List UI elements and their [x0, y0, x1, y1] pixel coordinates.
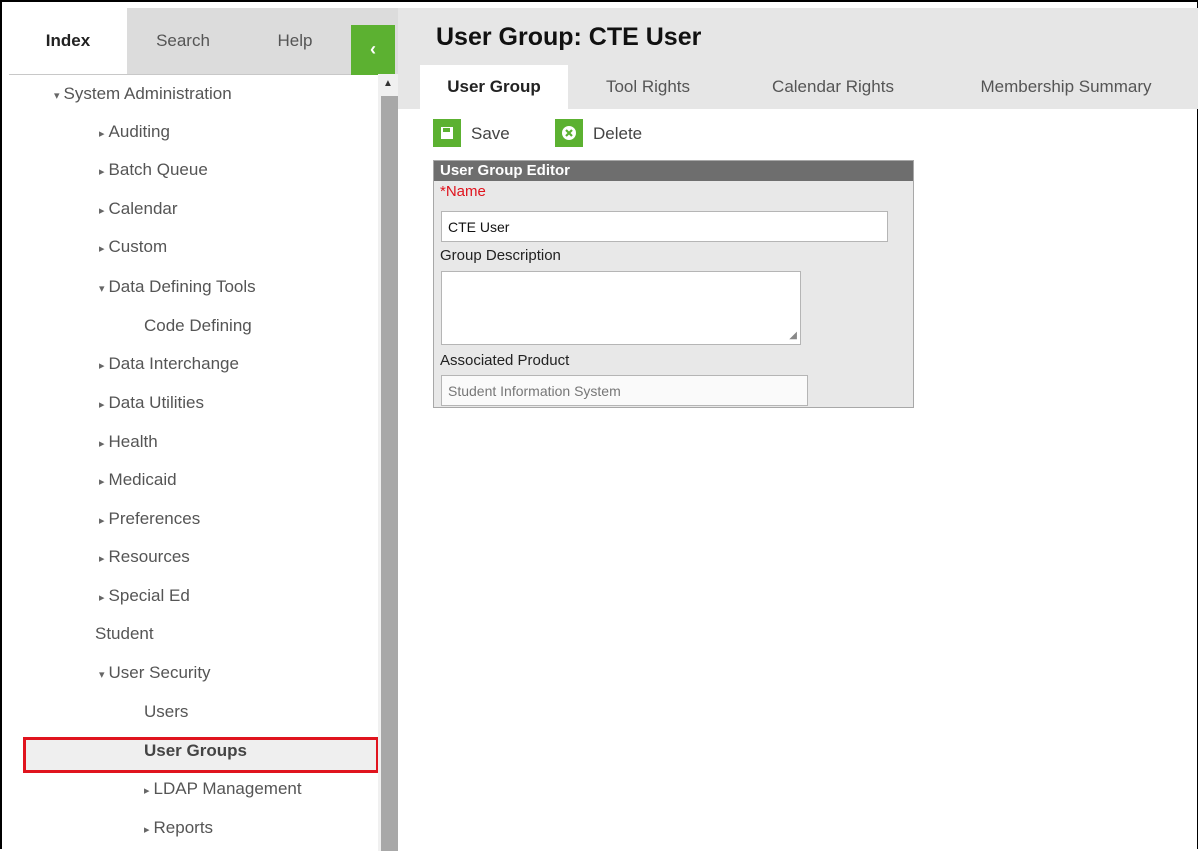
tree-item-data-utilities[interactable]: ▸ Data Utilities — [99, 388, 204, 418]
tab-user-group[interactable]: User Group — [420, 65, 568, 109]
chevron-left-icon: ‹ — [370, 39, 376, 59]
tab-calendar-rights[interactable]: Calendar Rights — [738, 65, 928, 109]
expanded-triangle-icon: ▾ — [99, 283, 105, 295]
collapsed-triangle-icon: ▸ — [144, 824, 150, 836]
save-label: Save — [471, 124, 510, 143]
expanded-triangle-icon: ▾ — [99, 669, 105, 681]
navigation-tree: ▾ System Administration ▸ Auditing ▸ Batch … — [9, 74, 378, 851]
save-button[interactable]: Save — [433, 116, 510, 152]
tree-item-label: Medicaid — [108, 470, 177, 489]
collapsed-triangle-icon: ▸ — [99, 476, 105, 488]
resize-handle-icon[interactable]: ◢ — [789, 331, 797, 341]
scrollbar-thumb[interactable] — [381, 96, 398, 851]
tree-item-label: LDAP Management — [153, 779, 302, 798]
tab-help[interactable]: Help — [239, 8, 351, 74]
expanded-triangle-icon: ▾ — [54, 90, 60, 102]
tree-item-custom[interactable]: ▸ Custom — [99, 232, 167, 262]
tab-tool-rights[interactable]: Tool Rights — [568, 65, 728, 109]
tab-index[interactable]: Index — [9, 8, 127, 74]
collapsed-triangle-icon: ▸ — [99, 553, 105, 565]
editor-header: User Group Editor — [434, 161, 913, 181]
tree-item-label: Calendar — [108, 199, 178, 218]
tree-item-label: Data Defining Tools — [108, 277, 256, 296]
tree-item-label: Code Defining — [144, 316, 252, 335]
tree-item-preferences[interactable]: ▸ Preferences — [99, 504, 200, 534]
tree-item-data-interchange[interactable]: ▸ Data Interchange — [99, 349, 239, 379]
tree-item-resources[interactable]: ▸ Resources — [99, 542, 190, 572]
tab-search[interactable]: Search — [127, 8, 239, 74]
tree-item-label: Auditing — [108, 122, 170, 141]
collapsed-triangle-icon: ▸ — [99, 515, 105, 527]
tree-item-label: Users — [144, 702, 189, 721]
tree-item-calendar[interactable]: ▸ Calendar — [99, 194, 178, 224]
tree-item-user-security[interactable]: ▾ User Security — [99, 658, 211, 688]
collapsed-triangle-icon: ▸ — [99, 205, 105, 217]
delete-label: Delete — [593, 124, 643, 143]
tree-item-label: Data Interchange — [108, 354, 239, 373]
tree-item-label: Batch Queue — [108, 160, 208, 179]
collapsed-triangle-icon: ▸ — [99, 399, 105, 411]
group-description-field[interactable]: ◢ — [441, 271, 801, 345]
collapsed-triangle-icon: ▸ — [99, 592, 105, 604]
tree-item-label: Health — [108, 432, 158, 451]
tree-item-label: Data Utilities — [108, 393, 204, 412]
save-icon — [433, 118, 461, 147]
tree-item-label: System Administration — [63, 84, 232, 103]
left-tabs: Index Search Help — [9, 8, 398, 75]
delete-icon — [555, 118, 583, 147]
tree-item-label: Student — [95, 624, 154, 643]
collapsed-triangle-icon: ▸ — [99, 438, 105, 450]
tree-item-label: Reports — [153, 818, 214, 837]
group-description-label: Group Description — [440, 247, 561, 264]
page-title: User Group: CTE User — [436, 23, 702, 51]
tree-item-label: Special Ed — [108, 586, 190, 605]
tree-item-users[interactable]: Users — [144, 697, 188, 727]
associated-product-field[interactable] — [441, 375, 808, 406]
collapsed-triangle-icon: ▸ — [144, 785, 150, 797]
tree-item-ldap-management[interactable]: ▸ LDAP Management — [144, 774, 302, 804]
name-label: *Name — [440, 183, 486, 200]
left-panel: Index Search Help ‹ ▾ System Administrati… — [9, 8, 398, 851]
sub-tabs: User Group Tool Rights Calendar Rights M… — [398, 65, 1198, 109]
tree-item-data-defining-tools[interactable]: ▾ Data Defining Tools — [99, 272, 256, 302]
tree-item-label: User Groups — [144, 741, 247, 760]
tree-item-batch-queue[interactable]: ▸ Batch Queue — [99, 155, 208, 185]
tree-item-label: Preferences — [108, 509, 201, 528]
tree-item-medicaid[interactable]: ▸ Medicaid — [99, 465, 177, 495]
tree-item-label: Resources — [108, 547, 190, 566]
tree-item-special-ed[interactable]: ▸ Special Ed — [99, 581, 190, 611]
tree-item-user-groups[interactable]: User Groups — [144, 736, 247, 766]
collapsed-triangle-icon: ▸ — [99, 243, 105, 255]
tree-scrollbar[interactable]: ▲ — [378, 74, 398, 851]
tree-item-label: User Security — [108, 663, 211, 682]
tree-item-auditing[interactable]: ▸ Auditing — [99, 117, 170, 147]
collapsed-triangle-icon: ▸ — [99, 360, 105, 372]
main-content: User Group: CTE User User Group Tool Rig… — [398, 8, 1198, 851]
tree-item-label: Custom — [108, 237, 168, 256]
scroll-up-arrow-icon[interactable]: ▲ — [378, 74, 398, 94]
tree-item-code-defining[interactable]: Code Defining — [144, 311, 252, 341]
tree-item-reports[interactable]: ▸ Reports — [144, 813, 213, 843]
title-bar: User Group: CTE User — [398, 8, 1198, 65]
collapsed-triangle-icon: ▸ — [99, 166, 105, 178]
tree-item-student[interactable]: Student — [95, 619, 154, 649]
name-field[interactable] — [441, 211, 888, 242]
tab-membership-summary[interactable]: Membership Summary — [956, 65, 1176, 109]
delete-button[interactable]: Delete — [555, 116, 642, 152]
user-group-editor: User Group Editor *Name Group Descriptio… — [433, 160, 914, 408]
associated-product-label: Associated Product — [440, 352, 570, 369]
tree-item-health[interactable]: ▸ Health — [99, 427, 158, 457]
collapse-panel-button[interactable]: ‹ — [351, 25, 395, 75]
tree-item-system-administration[interactable]: ▾ System Administration — [54, 79, 232, 109]
collapsed-triangle-icon: ▸ — [99, 128, 105, 140]
